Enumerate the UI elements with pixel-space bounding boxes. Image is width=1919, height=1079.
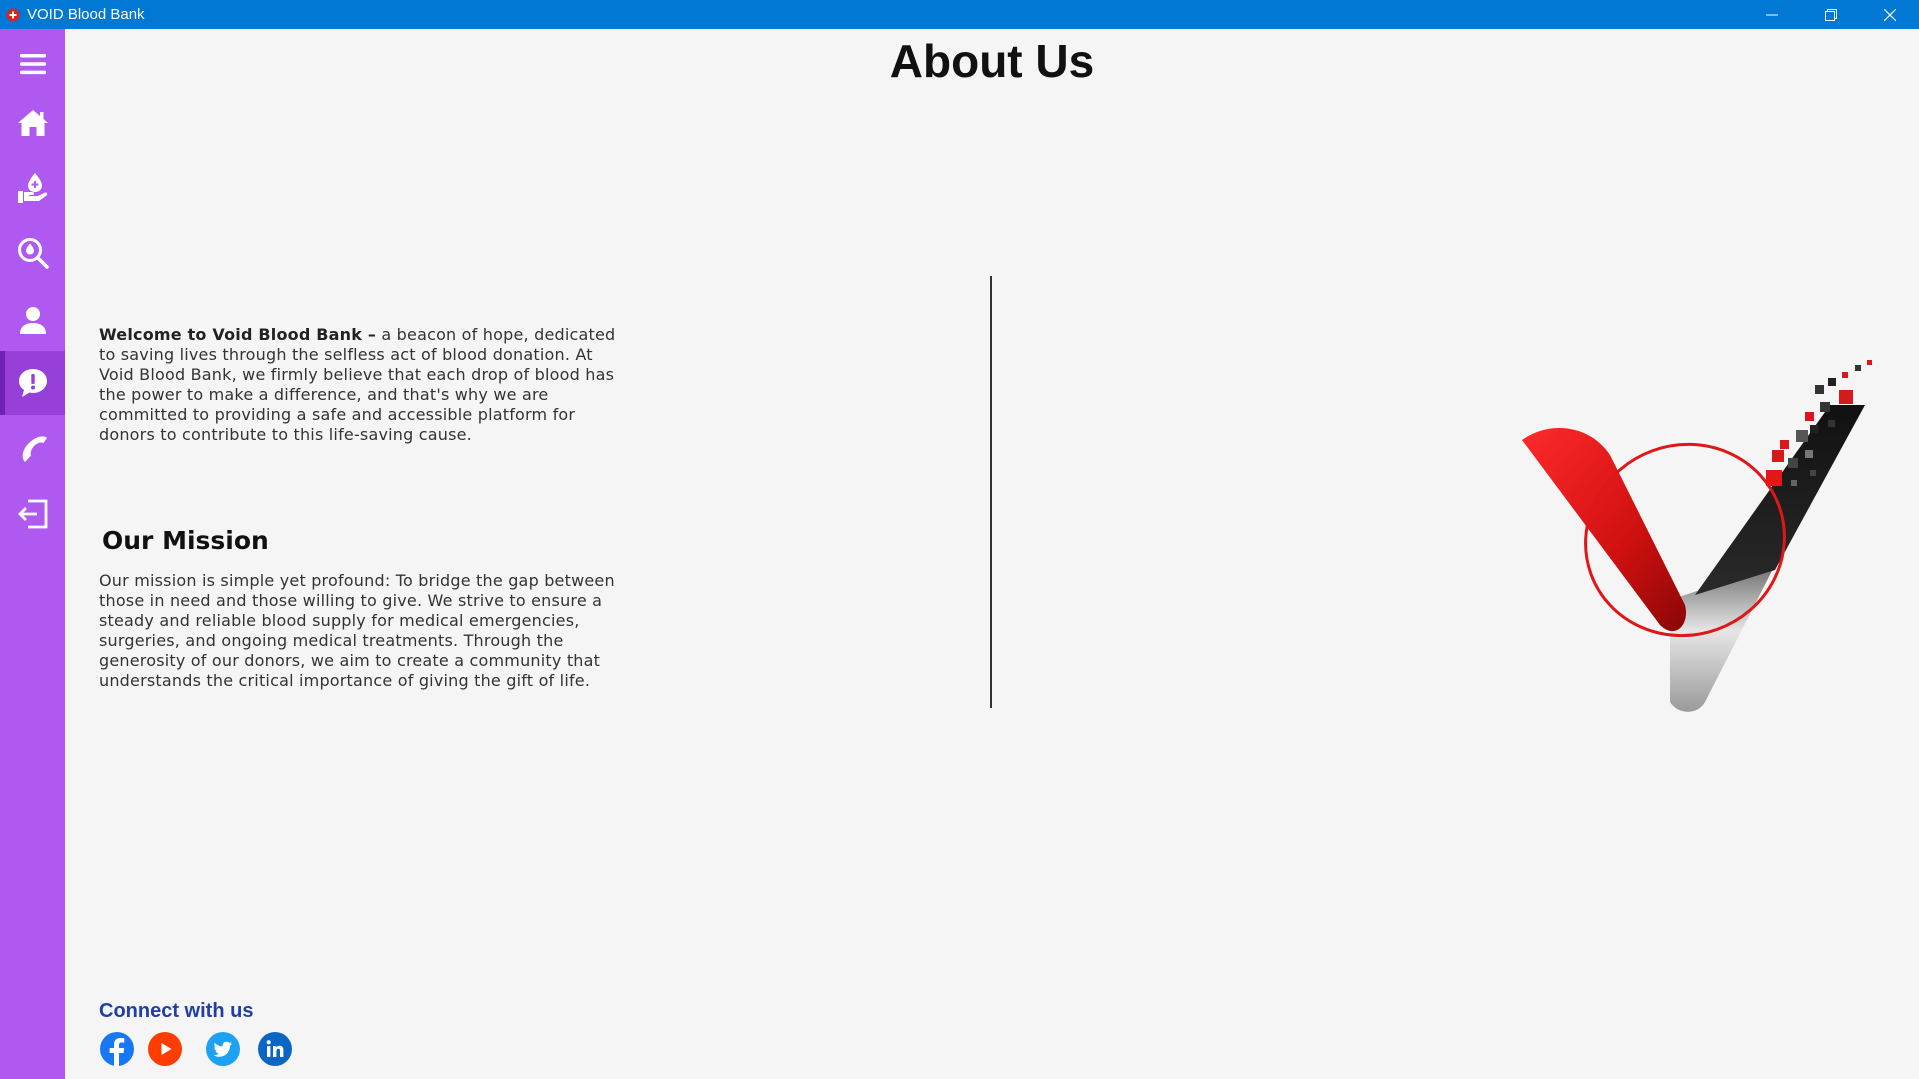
- sidebar-menu-button[interactable]: [0, 32, 65, 96]
- search-blood-icon: [17, 238, 49, 269]
- sidebar-item-profile[interactable]: [0, 288, 65, 352]
- facebook-link[interactable]: [100, 1032, 134, 1066]
- sidebar-item-logout[interactable]: [0, 482, 65, 546]
- donate-blood-icon: [17, 173, 47, 203]
- close-icon: [1883, 8, 1896, 21]
- sidebar-item-contact[interactable]: [0, 417, 65, 481]
- sidebar-item-home[interactable]: [0, 91, 65, 155]
- linkedin-link[interactable]: [258, 1032, 292, 1066]
- logout-icon: [17, 499, 47, 529]
- mission-heading: Our Mission: [102, 526, 269, 555]
- app-blood-drop-icon: [6, 8, 20, 22]
- title-bar: VOID Blood Bank: [0, 0, 1919, 29]
- user-icon: [19, 307, 46, 334]
- sidebar-item-about[interactable]: [0, 351, 65, 415]
- intro-bold-text: Welcome to Void Blood Bank –: [99, 325, 377, 344]
- home-icon: [17, 110, 48, 136]
- facebook-icon: [109, 1038, 125, 1066]
- restore-icon: [1824, 8, 1837, 21]
- connect-heading: Connect with us: [99, 1000, 254, 1022]
- void-logo-icon: [1522, 360, 1872, 712]
- page-title: About Us: [889, 35, 1095, 87]
- twitter-link[interactable]: [206, 1032, 240, 1066]
- intro-paragraph: Welcome to Void Blood Bank – a beacon of…: [99, 325, 619, 445]
- menu-icon: [19, 54, 46, 75]
- twitter-icon: [213, 1041, 232, 1057]
- minimize-button[interactable]: [1742, 0, 1801, 29]
- about-chat-icon: [18, 369, 47, 397]
- sidebar-item-donate[interactable]: [0, 156, 65, 220]
- restore-button[interactable]: [1801, 0, 1860, 29]
- youtube-link[interactable]: [148, 1032, 182, 1066]
- sidebar: [0, 29, 65, 1079]
- youtube-icon: [161, 1043, 172, 1055]
- phone-icon: [22, 436, 47, 462]
- window-title: VOID Blood Bank: [27, 6, 145, 23]
- mission-paragraph: Our mission is simple yet profound: To b…: [99, 571, 615, 690]
- close-button[interactable]: [1860, 0, 1919, 29]
- vertical-divider: [990, 276, 992, 708]
- linkedin-icon: [266, 1040, 284, 1057]
- minimize-icon: [1765, 14, 1778, 15]
- sidebar-item-search[interactable]: [0, 221, 65, 285]
- window-controls: [1742, 0, 1919, 29]
